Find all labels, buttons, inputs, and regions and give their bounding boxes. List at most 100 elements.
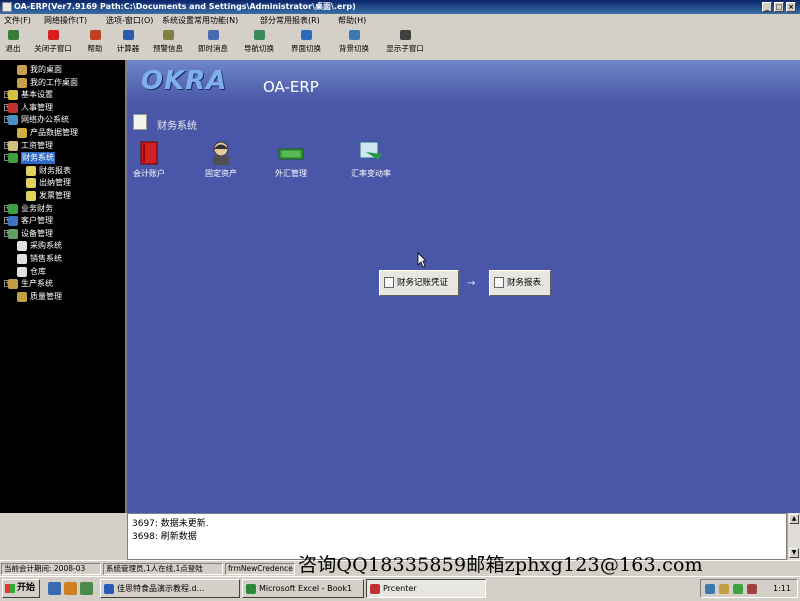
logo-subtitle: OA-ERP xyxy=(263,78,319,96)
salary-icon xyxy=(8,140,18,151)
task-tutorial-doc[interactable]: 佳思特食品演示教程.d... xyxy=(100,579,240,598)
document-icon xyxy=(384,277,394,288)
minimize-button[interactable]: _ xyxy=(762,2,772,12)
menu-bar: 文件(F) 网络操作(T) 选项-窗口(O) 系统设置常用功能(N) 部分常用报… xyxy=(0,14,800,28)
voucher-button[interactable]: 财务记账凭证 xyxy=(379,270,459,296)
tray-volume-icon[interactable] xyxy=(719,584,729,594)
instant-message-button[interactable]: 即时消息 xyxy=(192,30,234,58)
alert-info-button[interactable]: 预警信息 xyxy=(148,30,188,58)
tree-node-label: 业务财务 xyxy=(21,203,53,213)
menu-network[interactable]: 网络操作(T) xyxy=(44,15,87,27)
finance-icon xyxy=(8,153,18,164)
tree-node-label: 设备管理 xyxy=(21,228,53,238)
help-button[interactable]: 帮助 xyxy=(82,30,108,58)
log-scrollbar[interactable]: ▲ ▼ xyxy=(787,513,800,560)
report-icon xyxy=(26,165,36,176)
cashier-icon xyxy=(26,178,36,189)
close-child-label: 关闭子窗口 xyxy=(34,44,72,53)
exit-button[interactable]: 退出 xyxy=(2,30,24,58)
settings-icon xyxy=(8,90,18,101)
ledger-book-icon xyxy=(136,140,162,166)
status-period: 当前会计期间: 2008-03 xyxy=(1,563,101,575)
tree-node-label: 产品数据管理 xyxy=(30,128,78,137)
tree-node-label: 财务系统 xyxy=(21,152,55,165)
quicklaunch-media-icon[interactable] xyxy=(80,582,93,595)
module-exchange-rate[interactable]: 汇率变动率 xyxy=(341,140,401,180)
tree-node-label: 财务报表 xyxy=(39,165,71,175)
tray-ime-icon[interactable] xyxy=(747,584,757,594)
bg-switch-label: 背景切换 xyxy=(339,44,369,53)
alert-label: 预警信息 xyxy=(153,44,183,53)
quality-icon xyxy=(17,291,27,302)
flow-arrow: → xyxy=(467,278,476,289)
module-forex[interactable]: 外汇管理 xyxy=(261,140,321,180)
product-icon xyxy=(17,128,27,138)
ui-switch-icon xyxy=(300,30,312,40)
section-title: 财务系统 xyxy=(157,121,197,132)
tree-node-label: 人事管理 xyxy=(21,102,53,112)
desktop-icon xyxy=(17,65,27,75)
menu-reports[interactable]: 部分常用报表(R) xyxy=(260,15,320,27)
word-doc-icon xyxy=(104,584,114,594)
nav-switch-icon xyxy=(253,30,265,40)
menu-help[interactable]: 帮助(H) xyxy=(338,15,366,27)
equipment-icon xyxy=(8,228,18,239)
close-window-button[interactable]: × xyxy=(786,2,796,12)
quicklaunch-browser-icon[interactable] xyxy=(64,582,77,595)
tray-network-icon[interactable] xyxy=(705,584,715,594)
purchase-icon xyxy=(17,241,27,252)
show-child-icon xyxy=(399,30,411,40)
notepad-icon xyxy=(133,114,147,130)
production-icon xyxy=(8,279,18,290)
financial-report-button[interactable]: 财务报表 xyxy=(489,270,551,296)
sales-icon xyxy=(17,254,27,264)
nav-tree: 我的桌面我的工作桌面+基本设置+人事管理+网络办公系统产品数据管理+工资管理-财… xyxy=(0,60,127,513)
calculator-button[interactable]: 计算器 xyxy=(112,30,144,58)
module-forex-label: 外汇管理 xyxy=(275,169,307,178)
scroll-down-icon[interactable]: ▼ xyxy=(789,548,799,558)
help-icon xyxy=(89,30,101,40)
ui-switch-button[interactable]: 界面切换 xyxy=(284,30,328,58)
start-button[interactable]: 开始 xyxy=(2,579,40,598)
module-fixed-assets[interactable]: 固定资产 xyxy=(191,140,251,180)
work-desktop-icon xyxy=(17,77,27,88)
menu-options-window[interactable]: 选项-窗口(O) xyxy=(106,15,153,27)
task-prcenter[interactable]: Prcenter xyxy=(366,579,486,598)
tree-node-label: 工资管理 xyxy=(21,140,53,150)
office-icon xyxy=(8,115,18,126)
module-accounting[interactable]: 会计账户 xyxy=(127,140,179,180)
menu-system-settings[interactable]: 系统设置常用功能(N) xyxy=(162,15,238,27)
excel-icon xyxy=(246,584,256,594)
status-admin: 系统管理员,1人在线,1点登陆 xyxy=(103,563,223,575)
maximize-button[interactable]: □ xyxy=(774,2,784,12)
hr-icon xyxy=(8,102,18,113)
tree-node-label: 发票管理 xyxy=(39,191,71,200)
exit-icon xyxy=(7,30,19,40)
log-line: 3698: 刷新数据 xyxy=(132,532,197,542)
menu-file[interactable]: 文件(F) xyxy=(4,15,31,27)
tree-node-label: 生产系统 xyxy=(21,279,53,289)
okra-logo: OKRA xyxy=(141,66,228,96)
quicklaunch-desktop-icon[interactable] xyxy=(48,582,61,595)
prcenter-icon xyxy=(370,584,380,594)
title-bar: OA-ERP(Ver7.9169 Path:C:\Documents and S… xyxy=(0,0,800,14)
log-line: 3697: 数据未更新. xyxy=(132,519,209,529)
app-icon xyxy=(2,2,12,12)
scroll-up-icon[interactable]: ▲ xyxy=(789,514,799,524)
tray-app-icon[interactable] xyxy=(733,584,743,594)
bg-switch-button[interactable]: 背景切换 xyxy=(332,30,376,58)
financial-report-label: 财务报表 xyxy=(507,278,542,288)
mouse-cursor-icon xyxy=(417,252,427,268)
toolbar: 退出 关闭子窗口 帮助 计算器 预警信息 即时消息 导航切换 界面切换 背景切换… xyxy=(0,28,800,61)
tree-node-label: 基本设置 xyxy=(21,90,53,100)
exchange-rate-icon xyxy=(358,140,384,166)
calculator-icon xyxy=(122,30,134,40)
message-label: 即时消息 xyxy=(198,44,228,53)
close-child-window-button[interactable]: 关闭子窗口 xyxy=(28,30,78,58)
task-excel[interactable]: Microsoft Excel - Book1 xyxy=(242,579,364,598)
nav-switch-label: 导航切换 xyxy=(244,44,274,53)
nav-switch-button[interactable]: 导航切换 xyxy=(238,30,280,58)
show-child-window-button[interactable]: 显示子窗口 xyxy=(380,30,430,58)
tree-node-label: 采购系统 xyxy=(30,241,62,251)
tree-node-label: 仓库 xyxy=(30,266,46,276)
